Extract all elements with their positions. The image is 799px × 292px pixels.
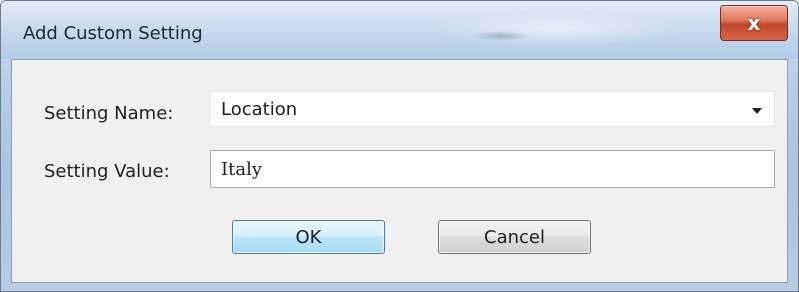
close-icon: x	[747, 11, 761, 35]
chevron-down-icon[interactable]	[752, 108, 762, 114]
close-button[interactable]: x	[720, 5, 788, 41]
setting-name-dropdown[interactable]: Location	[210, 91, 775, 127]
add-custom-setting-dialog: Add Custom Setting x Setting Name: Locat…	[0, 0, 799, 292]
dialog-body: Setting Name: Location Setting Value: OK…	[11, 59, 788, 283]
setting-value-label: Setting Value:	[44, 161, 170, 182]
title-bar[interactable]: Add Custom Setting x	[1, 1, 798, 59]
setting-name-selected-value: Location	[221, 99, 298, 120]
dialog-title: Add Custom Setting	[23, 23, 203, 44]
setting-value-input[interactable]	[210, 150, 775, 188]
ok-button[interactable]: OK	[232, 220, 385, 254]
cancel-button[interactable]: Cancel	[438, 220, 591, 254]
setting-name-label: Setting Name:	[44, 103, 174, 124]
